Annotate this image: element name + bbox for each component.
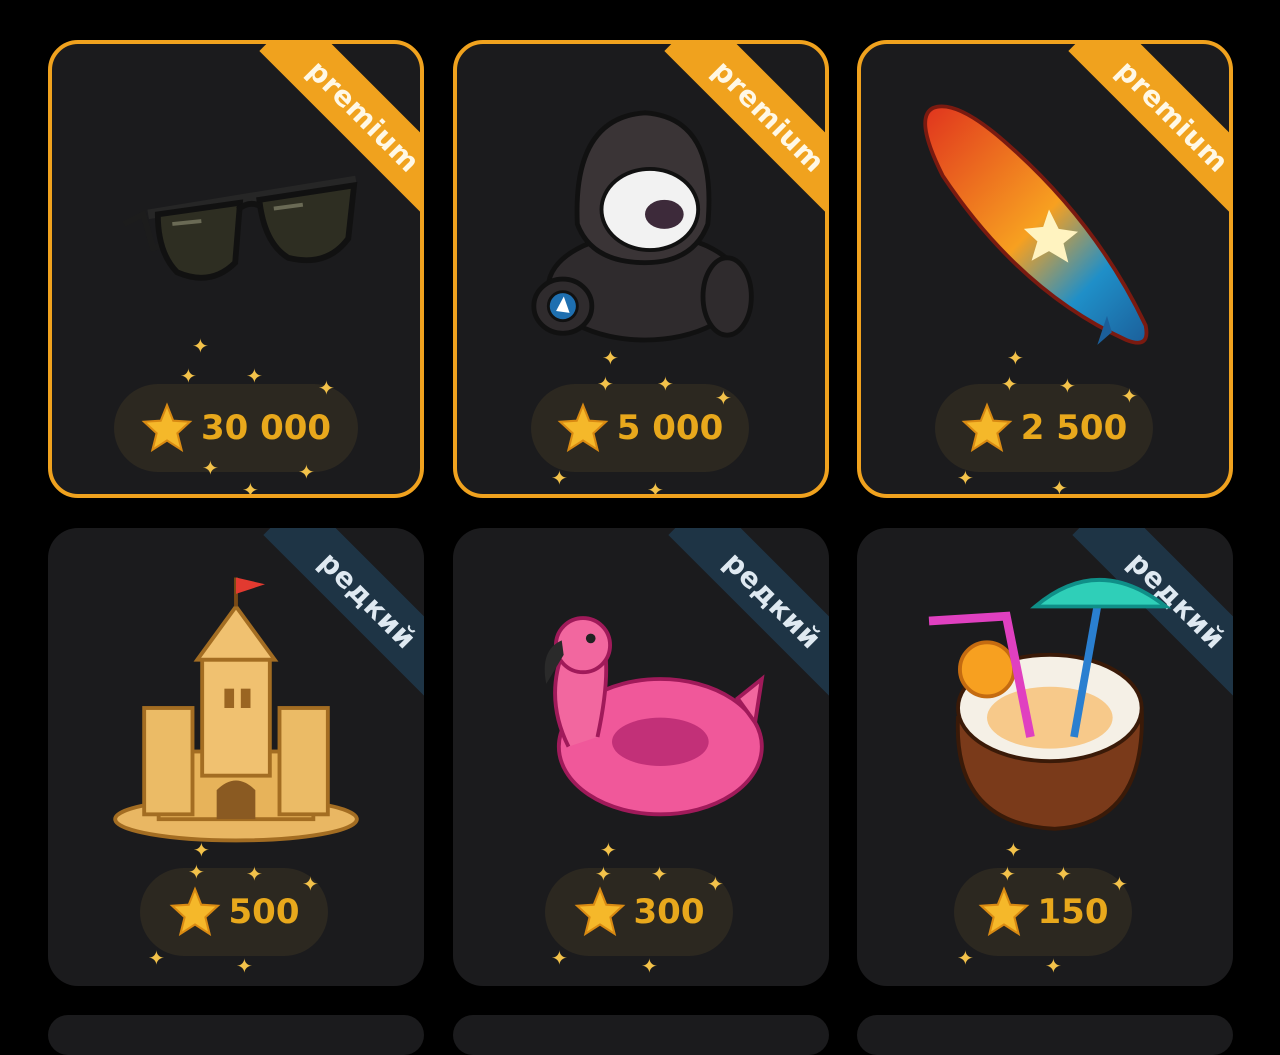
gift-card-partial[interactable] (48, 1015, 424, 1055)
price-button[interactable]: 500 (140, 868, 328, 956)
flamingo-float-icon (483, 558, 799, 858)
gift-card-partial[interactable] (453, 1015, 829, 1055)
gift-card-partial[interactable] (857, 1015, 1233, 1055)
gift-card-flamingo[interactable]: редкий 300 ✦ ✦ ✦ ✦ ✦ ✦ (453, 528, 829, 986)
gift-card-hooded-bear[interactable]: premium 5 000 ✦ ✦ ✦ ✦ ✦ ✦ (453, 40, 829, 498)
price-amount: 30 000 (200, 408, 332, 448)
price-button[interactable]: 150 (954, 868, 1132, 956)
price-button[interactable]: 2 500 (935, 384, 1153, 472)
star-icon (961, 402, 1013, 454)
star-icon (557, 402, 609, 454)
star-icon (169, 886, 221, 938)
price-amount: 500 (228, 892, 300, 932)
star-icon (574, 886, 626, 938)
gift-card-coconut-cocktail[interactable]: редкий 150 ✦ ✦ ✦ ✦ ✦ ✦ (857, 528, 1233, 986)
gift-card-sunglasses[interactable]: premium 30 000 ✦ ✦ ✦ ✦ ✦ ✦ ✦ (48, 40, 424, 498)
price-amount: 5 000 (616, 408, 724, 448)
price-amount: 150 (1037, 892, 1109, 932)
surfboard-icon (891, 74, 1207, 374)
sand-castle-icon (78, 558, 394, 858)
gift-card-surfboard[interactable]: premium 2 500 ✦ ✦ ✦ ✦ ✦ ✦ (857, 40, 1233, 498)
hooded-plush-bear-icon (487, 74, 803, 374)
coconut-cocktail-icon (887, 558, 1203, 858)
price-button[interactable]: 5 000 (531, 384, 749, 472)
star-icon (978, 886, 1030, 938)
sunglasses-icon (82, 74, 398, 374)
price-amount: 2 500 (1020, 408, 1128, 448)
gift-card-sand-castle[interactable]: редкий 500 ✦ ✦ ✦ ✦ ✦ ✦ (48, 528, 424, 986)
price-amount: 300 (633, 892, 705, 932)
price-button[interactable]: 300 (545, 868, 733, 956)
price-button[interactable]: 30 000 (114, 384, 358, 472)
star-icon (141, 402, 193, 454)
